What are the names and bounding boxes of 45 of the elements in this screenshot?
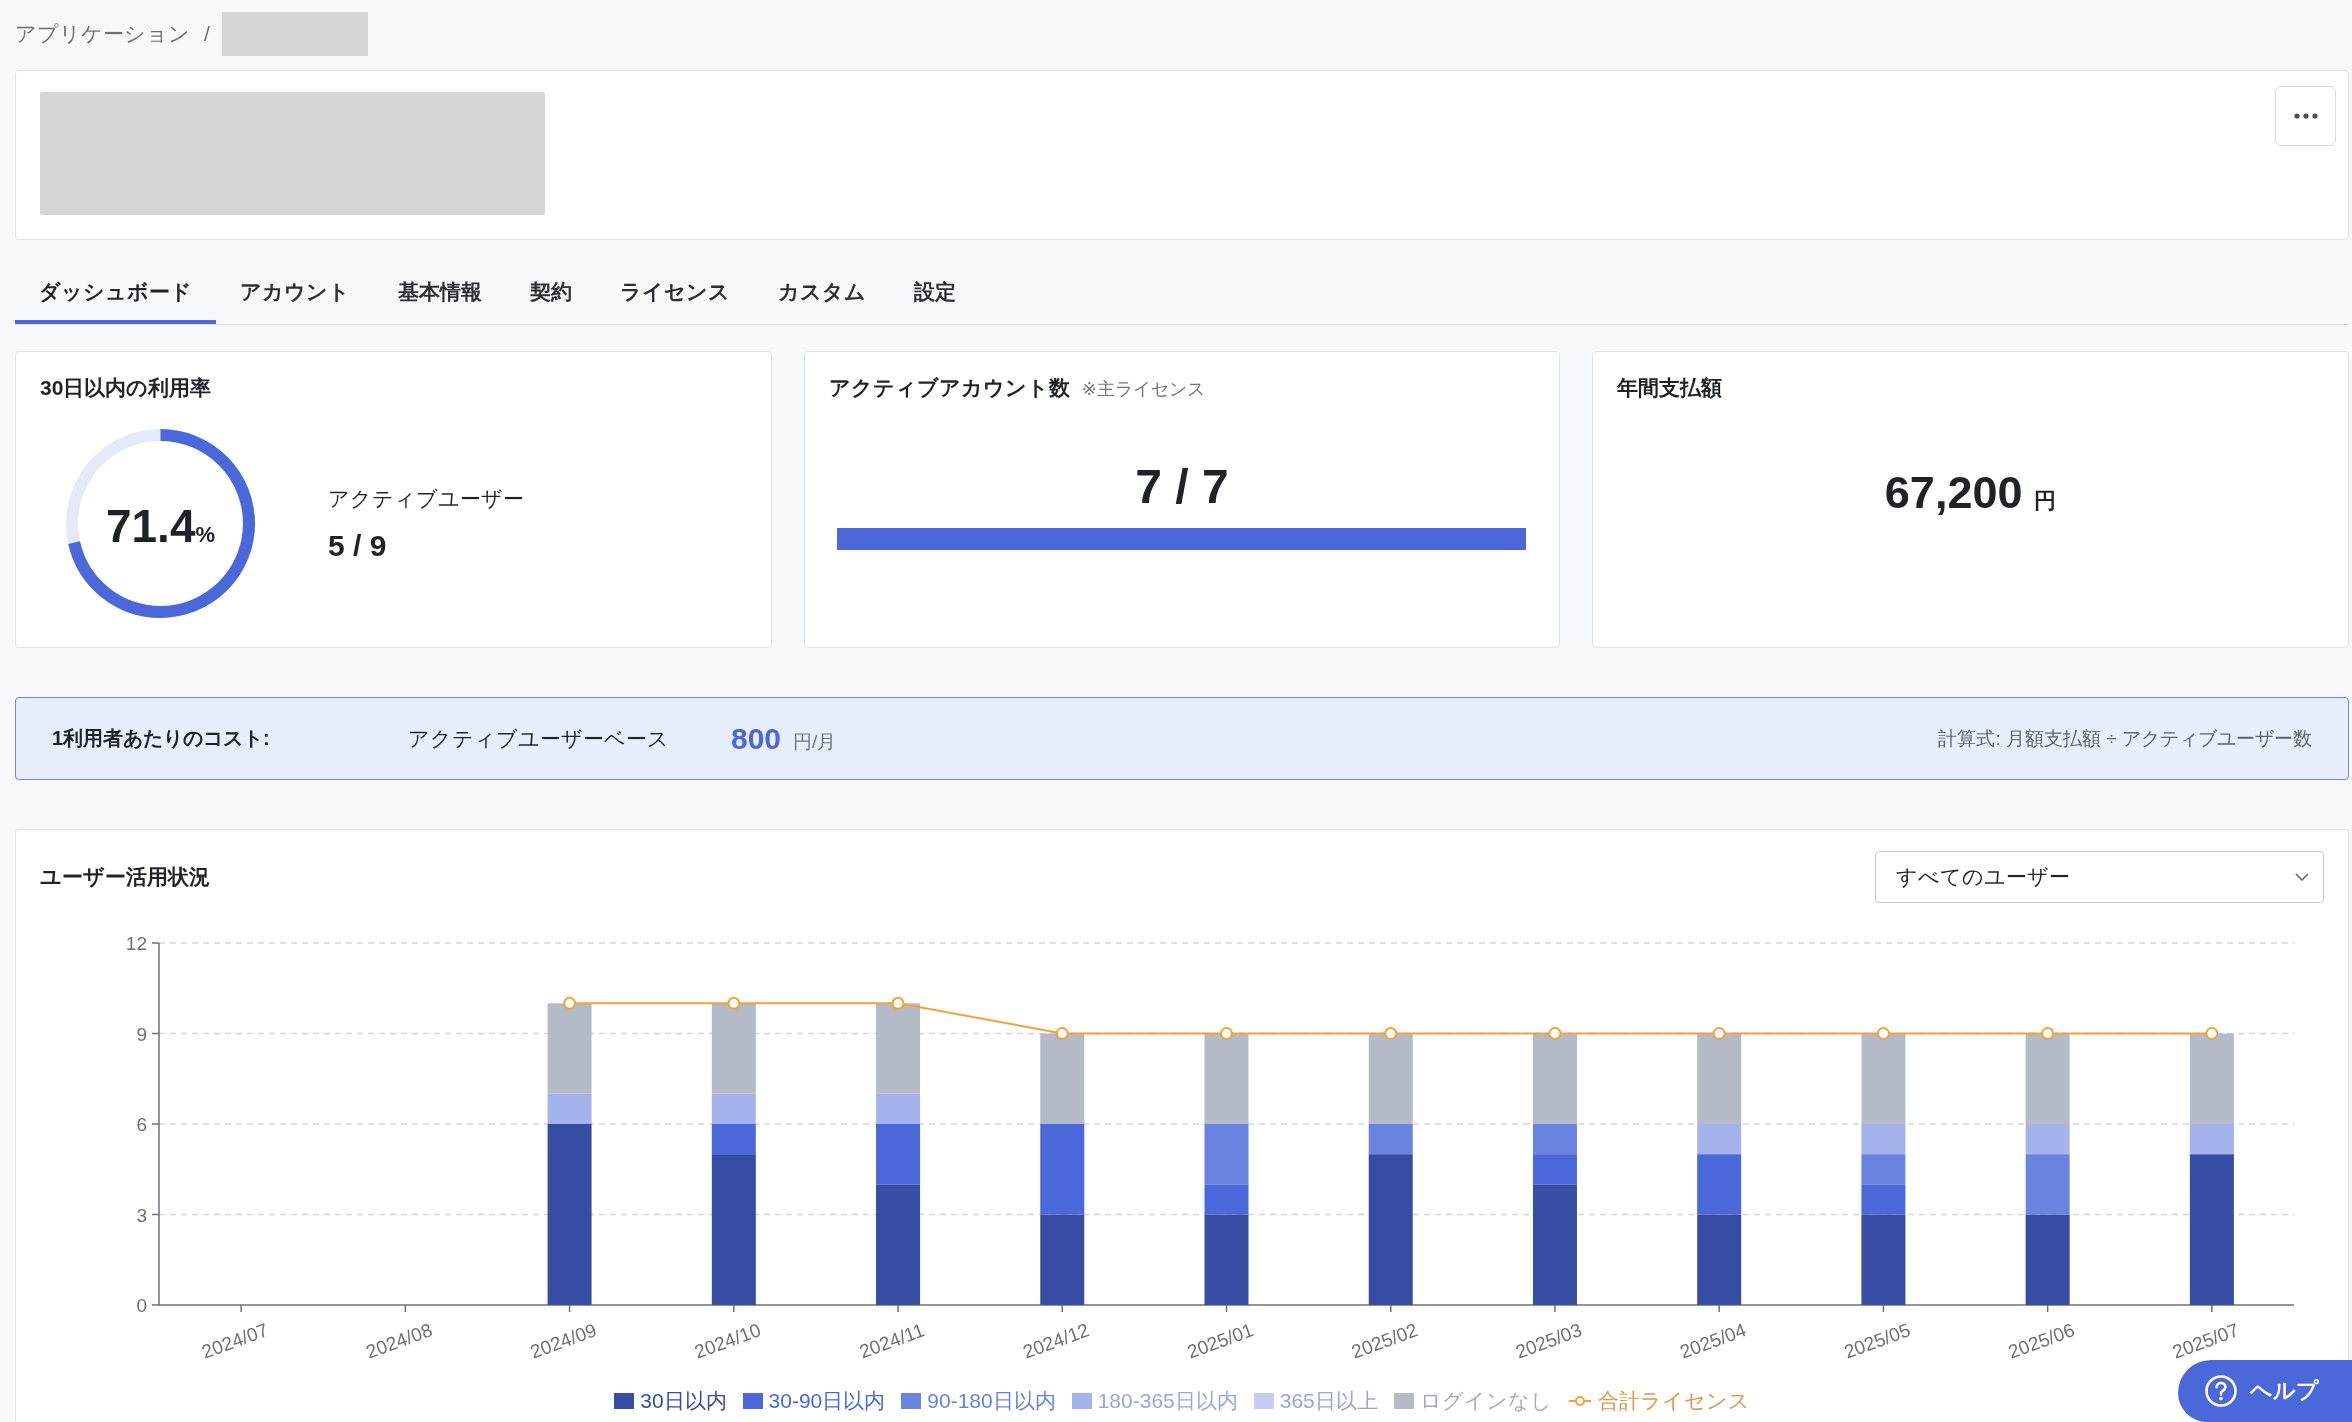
tab[interactable]: 設定 xyxy=(890,264,980,324)
legend-label: 合計ライセンス xyxy=(1597,1388,1750,1414)
y-axis-label: 9 xyxy=(136,1023,147,1045)
legend-label: 365日以上 xyxy=(1279,1388,1378,1414)
rate-value: 71.4 xyxy=(105,499,196,553)
active-users-label: アクティブユーザー xyxy=(328,485,524,512)
cost-formula: 計算式: 月額支払額 ÷ アクティブユーザー数 xyxy=(1938,726,2312,751)
card-title: アクティブアカウント数 xyxy=(828,375,1070,401)
legend-label: 30日以内 xyxy=(640,1388,727,1414)
chart-title: ユーザー活用状況 xyxy=(40,864,210,890)
active-users-count: 5 / 9 xyxy=(328,527,388,564)
tab[interactable]: 契約 xyxy=(506,264,596,324)
y-axis-label: 6 xyxy=(136,1114,147,1135)
tab[interactable]: ダッシュボード xyxy=(15,264,216,324)
legend-label: 90-180日以内 xyxy=(927,1388,1056,1414)
tab[interactable]: アカウント xyxy=(216,264,374,324)
more-icon xyxy=(2293,113,2318,119)
bar-segment xyxy=(1861,1154,1906,1185)
tab[interactable]: 基本情報 xyxy=(374,264,506,324)
legend-label: 180-365日以内 xyxy=(1097,1388,1238,1414)
cost-basis: アクティブユーザーベース xyxy=(408,725,669,752)
breadcrumb-separator: / xyxy=(204,22,210,46)
y-axis-label: 0 xyxy=(136,1295,147,1316)
help-button[interactable]: ヘルプ xyxy=(2178,1360,2352,1422)
tab[interactable]: ライセンス xyxy=(596,264,754,324)
amount-value: 67,200 xyxy=(1884,466,2023,520)
legend-label: ログインなし xyxy=(1419,1388,1552,1414)
cost-label: 1利用者あたりのコスト: xyxy=(52,726,271,751)
amount-unit: 円 xyxy=(2034,487,2057,515)
legend-label: 30-90日以内 xyxy=(768,1388,886,1414)
card-title: 30日以内の利用率 xyxy=(40,375,212,401)
cost-value: 800 xyxy=(731,721,782,756)
card-title: 年間支払額 xyxy=(1617,375,1723,401)
account-count: 7 / 7 xyxy=(1135,459,1229,515)
user-filter-select[interactable]: すべてのユーザー xyxy=(1875,851,2324,903)
help-icon xyxy=(2204,1374,2238,1408)
cost-unit: 円/月 xyxy=(793,729,837,754)
chevron-down-icon xyxy=(2295,873,2309,881)
breadcrumb-link[interactable]: アプリケーション xyxy=(15,20,190,48)
card-note: ※主ライセンス xyxy=(1081,378,1205,401)
tab[interactable]: カスタム xyxy=(754,264,890,324)
rate-unit: % xyxy=(195,522,216,548)
more-button[interactable] xyxy=(2275,86,2336,146)
y-axis-label: 12 xyxy=(125,933,147,954)
y-axis-label: 3 xyxy=(136,1204,147,1226)
